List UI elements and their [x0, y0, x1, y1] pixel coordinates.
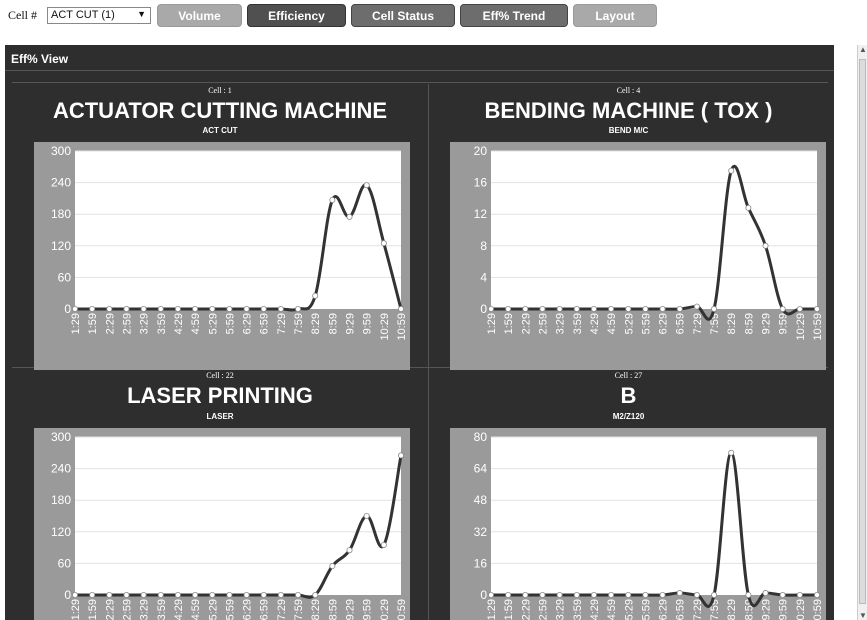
x-tick-label: 6:29 [658, 599, 670, 620]
data-point [590, 592, 597, 599]
data-point [762, 590, 769, 597]
y-tick-label: 16 [474, 556, 488, 570]
x-tick-label: 3:59 [572, 599, 584, 620]
y-tick-label: 80 [474, 430, 488, 444]
plot-area [491, 437, 817, 595]
data-point [642, 592, 649, 599]
eff-chart-m2-z120: 016324864801:29 1:59 2:29 2:59 3:29 3:59 4:29 4… [450, 428, 826, 620]
x-tick-label: 10:59 [812, 599, 824, 620]
x-tick-label: 1:29 [486, 599, 498, 620]
data-point [796, 592, 803, 599]
data-point [556, 592, 563, 599]
x-tick-label: 8:29 [726, 599, 738, 620]
data-point [728, 449, 735, 456]
x-tick-label: 2:59 [537, 599, 549, 620]
x-tick-label: 3:29 [555, 599, 567, 620]
x-tick-label: 5:29 [623, 599, 635, 620]
x-tick-label: 5:59 [640, 599, 652, 620]
data-point [573, 592, 580, 599]
data-point [711, 592, 718, 599]
data-point [779, 592, 786, 599]
data-point [487, 592, 494, 599]
data-point [522, 592, 529, 599]
x-tick-label: 4:29 [589, 599, 601, 620]
x-tick-label: 1:59 [503, 599, 515, 620]
data-point [676, 590, 683, 597]
data-point [745, 592, 752, 599]
x-tick-label: 9:29 [761, 599, 773, 620]
x-tick-label: 10:29 [795, 599, 807, 620]
x-tick-label: 2:29 [520, 599, 532, 620]
x-tick-label: 6:59 [675, 599, 687, 620]
x-tick-label: 9:59 [778, 599, 790, 620]
y-tick-label: 32 [474, 525, 488, 539]
data-point [625, 592, 632, 599]
x-tick-label: 4:59 [606, 599, 618, 620]
data-point [608, 592, 615, 599]
data-point [814, 592, 821, 599]
data-point [539, 592, 546, 599]
y-tick-label: 64 [474, 462, 488, 476]
data-point [693, 592, 700, 599]
y-tick-label: 48 [474, 493, 488, 507]
data-point [505, 592, 512, 599]
data-point [659, 592, 666, 599]
